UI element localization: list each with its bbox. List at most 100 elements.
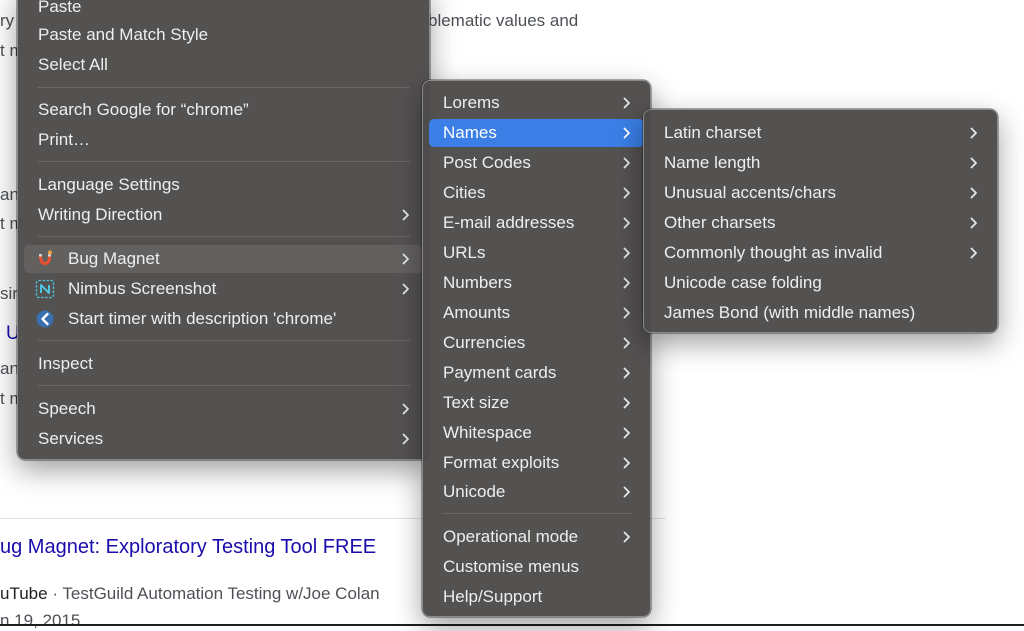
menu-item-label: Speech bbox=[38, 399, 96, 418]
submenu-item-lorems[interactable]: Lorems bbox=[429, 89, 644, 117]
menu-separator bbox=[38, 385, 410, 386]
menu-item-paste-match-style[interactable]: Paste and Match Style bbox=[24, 21, 423, 49]
menu-item-label: Paste and Match Style bbox=[38, 25, 209, 44]
menu-item-label: Currencies bbox=[443, 333, 526, 352]
submenu-item-operational-mode[interactable]: Operational mode bbox=[429, 523, 644, 551]
names-item-unusual-accents[interactable]: Unusual accents/chars bbox=[650, 179, 990, 207]
menu-item-label: Help/Support bbox=[443, 587, 543, 606]
menu-separator bbox=[443, 513, 631, 514]
submenu-item-names[interactable]: Names bbox=[429, 119, 644, 147]
names-item-commonly-invalid[interactable]: Commonly thought as invalid bbox=[650, 239, 990, 267]
menu-item-select-all[interactable]: Select All bbox=[24, 51, 423, 79]
menu-item-label: Start timer with description 'chrome' bbox=[68, 309, 337, 328]
menu-item-label: Numbers bbox=[443, 273, 512, 292]
submenu-item-amounts[interactable]: Amounts bbox=[429, 299, 644, 327]
menu-item-label: Text size bbox=[443, 393, 510, 412]
chevron-right-icon bbox=[621, 397, 633, 409]
chevron-right-icon bbox=[400, 403, 412, 415]
chevron-right-icon bbox=[621, 531, 633, 543]
names-submenu: Latin charset Name length Unusual accent… bbox=[643, 109, 998, 333]
menu-item-label: URLs bbox=[443, 243, 486, 262]
chevron-right-icon bbox=[968, 157, 980, 169]
submenu-item-payment-cards[interactable]: Payment cards bbox=[429, 359, 644, 387]
menu-item-search-google[interactable]: Search Google for “chrome” bbox=[24, 96, 423, 124]
result-source-site: uTube bbox=[0, 584, 48, 603]
submenu-item-format-exploits[interactable]: Format exploits bbox=[429, 449, 644, 477]
menu-item-label: Inspect bbox=[38, 354, 93, 373]
menu-item-label: Amounts bbox=[443, 303, 511, 322]
chevron-right-icon bbox=[968, 217, 980, 229]
submenu-item-help-support[interactable]: Help/Support bbox=[429, 583, 644, 611]
menu-item-label: Other charsets bbox=[664, 213, 776, 232]
chevron-right-icon bbox=[400, 253, 412, 265]
chevron-right-icon bbox=[621, 187, 633, 199]
menu-separator bbox=[38, 87, 410, 88]
menu-item-label: Customise menus bbox=[443, 557, 580, 576]
menu-item-nimbus-screenshot[interactable]: Nimbus Screenshot bbox=[24, 275, 423, 303]
menu-item-label: Commonly thought as invalid bbox=[664, 243, 883, 262]
menu-item-label: Services bbox=[38, 429, 104, 448]
chevron-right-icon bbox=[621, 457, 633, 469]
chevron-right-icon bbox=[621, 486, 633, 498]
menu-item-label: Operational mode bbox=[443, 527, 579, 546]
submenu-item-email-addresses[interactable]: E-mail addresses bbox=[429, 209, 644, 237]
menu-item-label: Name length bbox=[664, 153, 761, 172]
timer-icon bbox=[35, 309, 55, 329]
menu-item-print[interactable]: Print… bbox=[24, 126, 423, 154]
menu-item-label: Writing Direction bbox=[38, 205, 163, 224]
menu-item-label: Bug Magnet bbox=[68, 249, 160, 268]
menu-item-label: Names bbox=[443, 123, 497, 142]
chevron-right-icon bbox=[621, 217, 633, 229]
chevron-right-icon bbox=[968, 127, 980, 139]
names-item-latin-charset[interactable]: Latin charset bbox=[650, 119, 990, 147]
snippet-text: sir bbox=[0, 284, 18, 303]
chevron-right-icon bbox=[621, 127, 633, 139]
bug-magnet-submenu: Lorems Names Post Codes Cities E-mail ad… bbox=[422, 80, 651, 617]
menu-item-start-timer[interactable]: Start timer with description 'chrome' bbox=[24, 305, 423, 333]
chevron-right-icon bbox=[621, 247, 633, 259]
result-title-link[interactable]: ug Magnet: Exploratory Testing Tool FREE bbox=[0, 535, 376, 559]
menu-item-label: Post Codes bbox=[443, 153, 531, 172]
submenu-item-cities[interactable]: Cities bbox=[429, 179, 644, 207]
menu-item-label: Nimbus Screenshot bbox=[68, 279, 217, 298]
snippet-text: ry bbox=[0, 11, 15, 30]
menu-item-label: Lorems bbox=[443, 93, 500, 112]
snippet-text: blematic values and bbox=[428, 11, 579, 30]
chevron-right-icon bbox=[968, 187, 980, 199]
menu-item-paste[interactable]: Paste bbox=[24, 0, 423, 21]
context-menu: Paste Paste and Match Style Select All S… bbox=[17, 0, 430, 460]
menu-item-label: Whitespace bbox=[443, 423, 532, 442]
menu-item-label: Cities bbox=[443, 183, 486, 202]
menu-item-label: Payment cards bbox=[443, 363, 557, 382]
names-item-other-charsets[interactable]: Other charsets bbox=[650, 209, 990, 237]
menu-item-inspect[interactable]: Inspect bbox=[24, 350, 423, 378]
chevron-right-icon bbox=[400, 209, 412, 221]
submenu-item-whitespace[interactable]: Whitespace bbox=[429, 419, 644, 447]
submenu-item-unicode[interactable]: Unicode bbox=[429, 478, 644, 506]
menu-item-services[interactable]: Services bbox=[24, 425, 423, 453]
menu-item-writing-direction[interactable]: Writing Direction bbox=[24, 201, 423, 229]
result-source: uTube · TestGuild Automation Testing w/J… bbox=[0, 584, 380, 604]
submenu-item-numbers[interactable]: Numbers bbox=[429, 269, 644, 297]
menu-item-language-settings[interactable]: Language Settings bbox=[24, 171, 423, 199]
submenu-item-text-size[interactable]: Text size bbox=[429, 389, 644, 417]
names-item-name-length[interactable]: Name length bbox=[650, 149, 990, 177]
menu-item-bug-magnet[interactable]: Bug Magnet bbox=[24, 245, 423, 273]
result-channel: TestGuild Automation Testing w/Joe Colan bbox=[62, 584, 380, 603]
bug-magnet-icon bbox=[35, 249, 55, 269]
chevron-right-icon bbox=[621, 337, 633, 349]
submenu-item-post-codes[interactable]: Post Codes bbox=[429, 149, 644, 177]
chevron-right-icon bbox=[621, 97, 633, 109]
chevron-right-icon bbox=[621, 367, 633, 379]
names-item-unicode-case-folding[interactable]: Unicode case folding bbox=[650, 269, 990, 297]
submenu-item-customise-menus[interactable]: Customise menus bbox=[429, 553, 644, 581]
names-item-james-bond[interactable]: James Bond (with middle names) bbox=[650, 299, 990, 327]
menu-item-label: E-mail addresses bbox=[443, 213, 575, 232]
submenu-item-currencies[interactable]: Currencies bbox=[429, 329, 644, 357]
menu-item-speech[interactable]: Speech bbox=[24, 395, 423, 423]
submenu-item-urls[interactable]: URLs bbox=[429, 239, 644, 267]
chevron-right-icon bbox=[621, 277, 633, 289]
menu-item-label: Paste bbox=[38, 0, 82, 16]
menu-item-label: Unicode bbox=[443, 482, 506, 501]
menu-item-label: Unusual accents/chars bbox=[664, 183, 836, 202]
